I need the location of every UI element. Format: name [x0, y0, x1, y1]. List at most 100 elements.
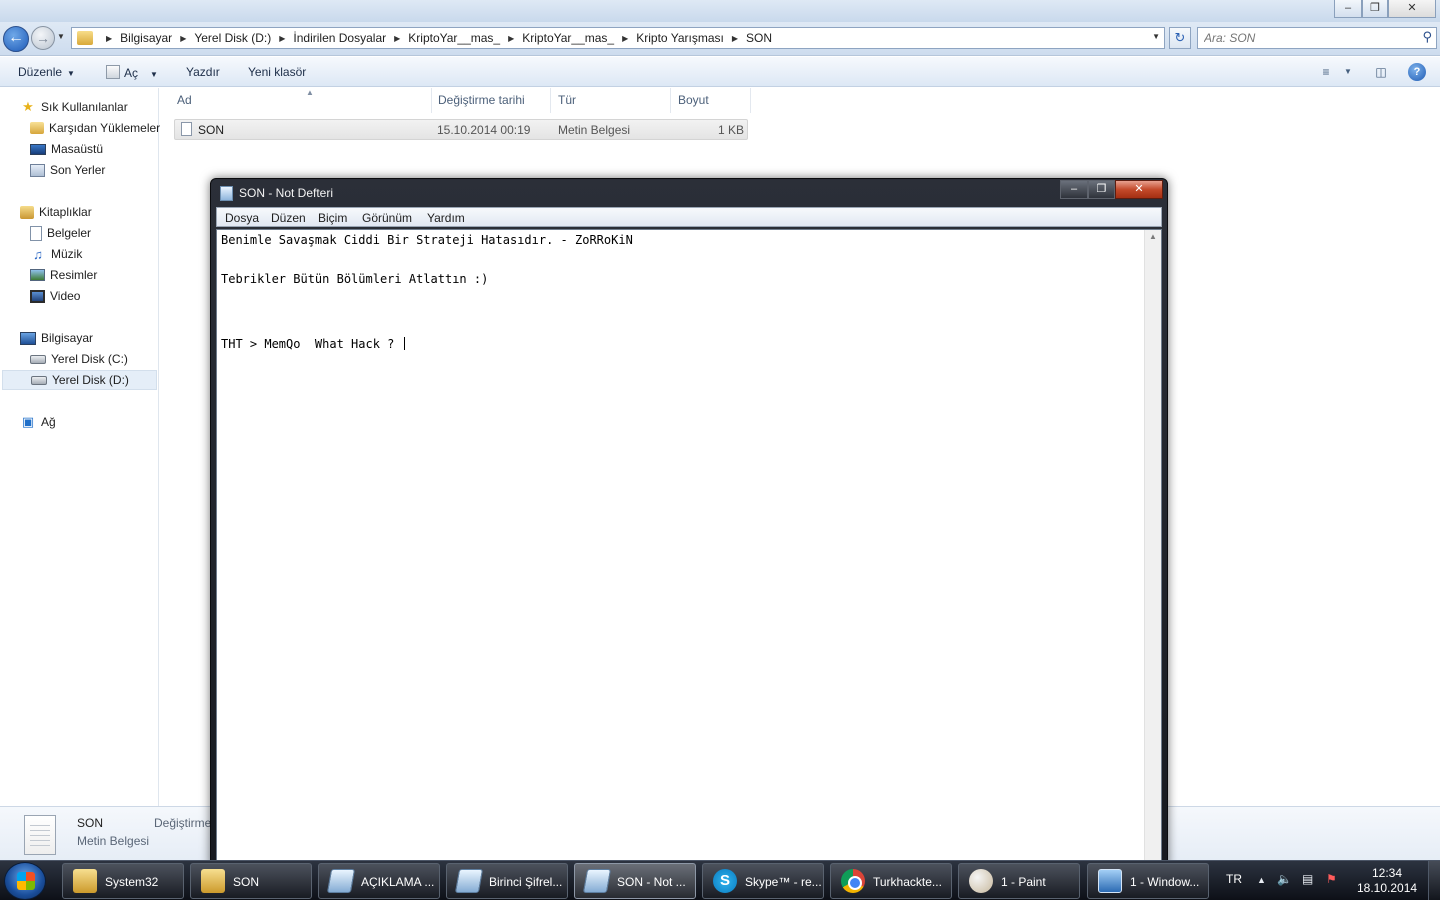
- minimize-button[interactable]: –: [1060, 180, 1088, 199]
- taskbar-item-aciklama[interactable]: AÇIKLAMA ...: [318, 863, 440, 899]
- refresh-button[interactable]: ↻: [1169, 27, 1191, 49]
- file-modified: 15.10.2014 00:19: [437, 123, 531, 137]
- show-desktop-button[interactable]: [1428, 861, 1440, 900]
- taskbar-item-skype[interactable]: S Skype™ - re...: [702, 863, 824, 899]
- nav-favorites[interactable]: ★ Sık Kullanılanlar: [20, 97, 128, 117]
- search-input[interactable]: [1204, 30, 1414, 46]
- clock[interactable]: 12:34 18.10.2014: [1357, 866, 1417, 896]
- address-row: ← → ▼ ▶ Bilgisayar ▶ Yerel Disk (D:) ▶ İ…: [0, 22, 1440, 56]
- column-header-name[interactable]: Ad ▲: [170, 88, 432, 113]
- chevron-right-icon[interactable]: ▶: [508, 34, 514, 43]
- help-icon[interactable]: ?: [1408, 63, 1426, 81]
- taskbar-label: System32: [105, 875, 159, 889]
- recent-places-icon: [30, 163, 45, 177]
- column-header-modified[interactable]: Değiştirme tarihi: [431, 88, 551, 113]
- taskbar-label: Turkhackte...: [873, 875, 942, 889]
- chevron-right-icon[interactable]: ▶: [279, 34, 285, 43]
- chevron-down-icon[interactable]: ▼: [150, 70, 158, 79]
- menu-view[interactable]: Görünüm: [362, 211, 412, 225]
- nav-network[interactable]: ▣ Ağ: [20, 412, 56, 432]
- nav-label: Kitaplıklar: [39, 205, 92, 219]
- chevron-down-icon[interactable]: ▼: [1338, 63, 1358, 81]
- action-center-icon[interactable]: ⚑: [1326, 872, 1337, 886]
- preview-pane-icon[interactable]: ◫: [1371, 63, 1391, 81]
- address-dropdown-icon[interactable]: ▼: [1152, 32, 1160, 41]
- search-box[interactable]: ⚲: [1197, 27, 1437, 49]
- print-button[interactable]: Yazdır: [186, 65, 220, 79]
- breadcrumb-item[interactable]: KriptoYar__mas_: [408, 31, 500, 45]
- language-indicator[interactable]: TR: [1226, 872, 1242, 886]
- column-header-type[interactable]: Tür: [551, 88, 671, 113]
- breadcrumb-item[interactable]: SON: [746, 31, 772, 45]
- notepad-window[interactable]: SON - Not Defteri – ❐ ✕ Dosya Düzen Biçi…: [210, 178, 1168, 869]
- breadcrumb-item[interactable]: Bilgisayar: [120, 31, 172, 45]
- nav-label: Yerel Disk (D:): [52, 373, 129, 387]
- back-button[interactable]: ←: [3, 26, 29, 52]
- forward-button[interactable]: →: [31, 26, 55, 50]
- breadcrumb-item[interactable]: İndirilen Dosyalar: [293, 31, 386, 45]
- menu-format[interactable]: Biçim: [318, 211, 347, 225]
- nav-downloads[interactable]: Karşıdan Yüklemeler: [30, 118, 160, 138]
- nav-label: Belgeler: [47, 226, 92, 240]
- chevron-right-icon[interactable]: ▶: [622, 34, 628, 43]
- maximize-button[interactable]: ❐: [1362, 0, 1388, 18]
- nav-libraries[interactable]: Kitaplıklar: [20, 202, 92, 222]
- menu-edit[interactable]: Düzen: [271, 211, 306, 225]
- nav-computer[interactable]: Bilgisayar: [20, 328, 93, 348]
- address-bar[interactable]: ▶ Bilgisayar ▶ Yerel Disk (D:) ▶ İndiril…: [71, 27, 1165, 49]
- table-row[interactable]: SON 15.10.2014 00:19 Metin Belgesi 1 KB: [174, 119, 748, 140]
- taskbar-item-birinci[interactable]: Birinci Şifrel...: [446, 863, 568, 899]
- new-folder-button[interactable]: Yeni klasör: [248, 65, 306, 79]
- close-button[interactable]: ✕: [1388, 0, 1436, 18]
- chevron-right-icon[interactable]: ▶: [732, 34, 738, 43]
- breadcrumb-item[interactable]: Yerel Disk (D:): [194, 31, 271, 45]
- breadcrumb-item[interactable]: Kripto Yarışması: [636, 31, 724, 45]
- menu-file[interactable]: Dosya: [225, 211, 259, 225]
- file-type: Metin Belgesi: [558, 123, 631, 137]
- taskbar-item-paint[interactable]: 1 - Paint: [958, 863, 1080, 899]
- taskbar-item-remote-desktop[interactable]: 1 - Window...: [1087, 863, 1209, 899]
- open-button[interactable]: Aç ▼: [106, 65, 158, 80]
- taskbar-item-system32[interactable]: System32: [62, 863, 184, 899]
- chevron-right-icon[interactable]: ▶: [106, 34, 112, 43]
- notepad-text-area[interactable]: Benimle Savaşmak Ciddi Bir Strateji Hata…: [216, 229, 1162, 869]
- recent-pages-dropdown[interactable]: ▼: [57, 32, 65, 41]
- maximize-button[interactable]: ❐: [1088, 180, 1115, 199]
- show-hidden-icons-icon[interactable]: ▲: [1257, 875, 1266, 885]
- documents-icon: [30, 225, 42, 241]
- taskbar-item-son-folder[interactable]: SON: [190, 863, 312, 899]
- menu-help[interactable]: Yardım: [427, 211, 465, 225]
- organize-button[interactable]: Düzenle ▼: [18, 65, 75, 79]
- text-line: Tebrikler Bütün Bölümleri Atlattın :): [221, 272, 489, 286]
- libraries-icon: [20, 205, 34, 219]
- taskbar-item-son-notepad[interactable]: SON - Not ...: [574, 863, 696, 899]
- vertical-scrollbar[interactable]: ▲: [1144, 230, 1161, 868]
- nav-recent-places[interactable]: Son Yerler: [30, 160, 105, 180]
- nav-pictures[interactable]: Resimler: [30, 265, 97, 285]
- nav-label: Bilgisayar: [41, 331, 94, 345]
- nav-documents[interactable]: Belgeler: [30, 223, 91, 243]
- column-header-size[interactable]: Boyut: [671, 88, 751, 113]
- chevron-right-icon[interactable]: ▶: [394, 34, 400, 43]
- nav-drive-c[interactable]: Yerel Disk (C:): [30, 349, 128, 369]
- chevron-right-icon[interactable]: ▶: [180, 34, 186, 43]
- volume-icon[interactable]: 🔈: [1277, 872, 1292, 886]
- desktop-icon: [30, 143, 46, 155]
- text-file-icon: [24, 815, 56, 855]
- navigation-pane: ★ Sık Kullanılanlar Karşıdan Yüklemeler M…: [0, 88, 160, 806]
- view-options-icon[interactable]: ≡: [1316, 63, 1336, 81]
- start-button[interactable]: [4, 862, 46, 900]
- minimize-button[interactable]: –: [1334, 0, 1362, 18]
- nav-drive-d[interactable]: Yerel Disk (D:): [2, 370, 157, 390]
- close-button[interactable]: ✕: [1115, 180, 1163, 199]
- nav-desktop[interactable]: Masaüstü: [30, 139, 103, 159]
- scroll-up-icon[interactable]: ▲: [1149, 232, 1157, 241]
- taskbar-item-chrome[interactable]: Turkhackte...: [830, 863, 952, 899]
- drive-icon: [30, 354, 46, 364]
- nav-music[interactable]: ♫ Müzik: [30, 244, 82, 264]
- drive-icon: [31, 375, 47, 385]
- network-status-icon[interactable]: ▤: [1302, 872, 1313, 886]
- nav-video[interactable]: Video: [30, 286, 80, 306]
- search-icon[interactable]: ⚲: [1422, 29, 1432, 45]
- breadcrumb-item[interactable]: KriptoYar__mas_: [522, 31, 614, 45]
